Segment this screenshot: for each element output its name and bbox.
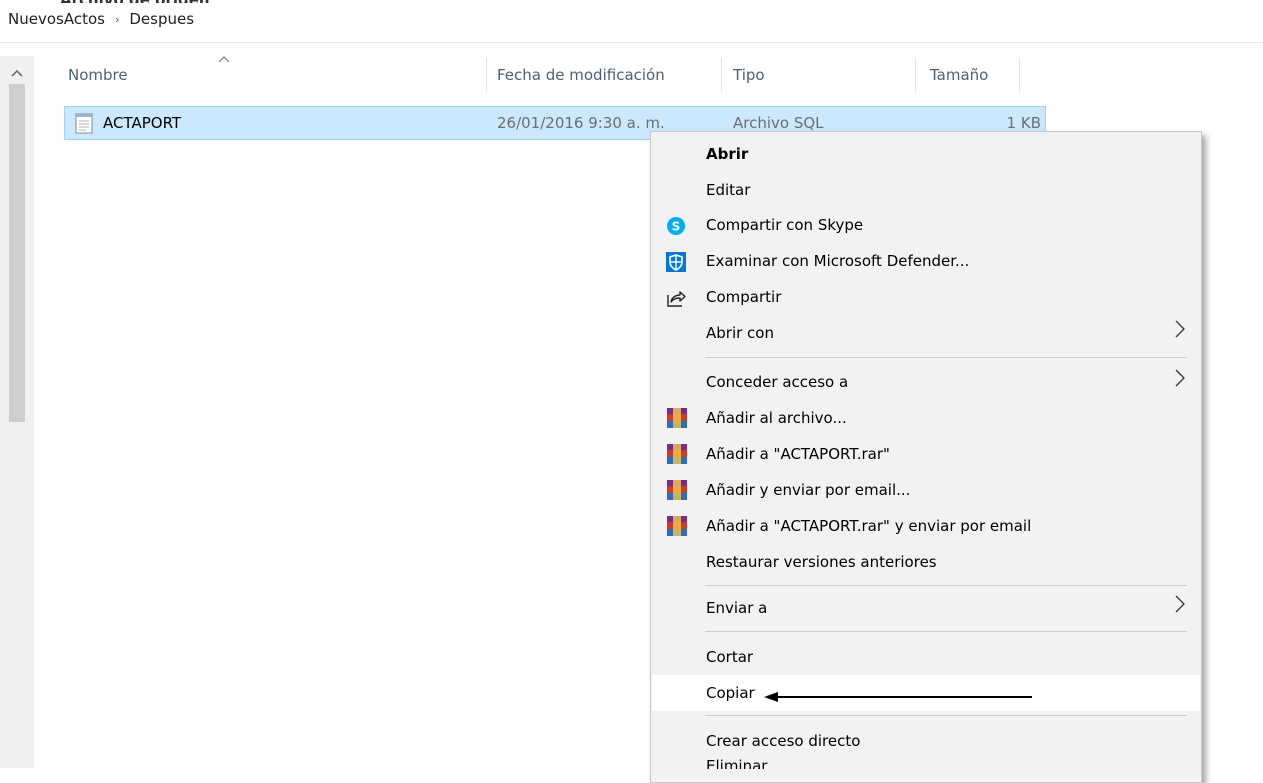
column-header-name[interactable]: Nombre <box>68 56 128 94</box>
menu-item-add-archive[interactable]: Añadir al archivo... <box>652 400 1200 436</box>
column-separator[interactable] <box>486 58 487 92</box>
menu-item-edit[interactable]: Editar <box>652 172 1200 208</box>
menu-item-create-shortcut[interactable]: Crear acceso directo <box>652 723 1200 759</box>
menu-item-open-with[interactable]: Abrir con <box>652 315 1200 351</box>
menu-separator <box>705 585 1187 586</box>
menu-item-send-to-label: Enviar a <box>706 599 768 617</box>
menu-separator <box>705 715 1187 716</box>
divider <box>0 42 1263 43</box>
winrar-icon <box>667 444 687 464</box>
menu-item-restore-versions[interactable]: Restaurar versiones anteriores <box>652 544 1200 580</box>
file-date: 26/01/2016 9:30 a. m. <box>497 114 665 132</box>
menu-item-share-skype[interactable]: S Compartir con Skype <box>652 207 1200 243</box>
sort-ascending-icon <box>218 52 230 66</box>
chevron-right-icon <box>1175 369 1185 387</box>
column-header-name-label: Nombre <box>68 66 128 84</box>
column-header-size-label: Tamaño <box>930 66 989 84</box>
file-name: ACTAPORT <box>103 114 182 132</box>
menu-item-share-skype-label: Compartir con Skype <box>706 216 864 234</box>
menu-item-add-rar-email-label: Añadir a "ACTAPORT.rar" y enviar por ema… <box>706 517 1032 535</box>
menu-item-restore-versions-label: Restaurar versiones anteriores <box>706 553 937 571</box>
column-header-type-label: Tipo <box>733 66 765 84</box>
column-separator[interactable] <box>721 58 722 92</box>
winrar-icon <box>667 408 687 428</box>
menu-item-scan-defender[interactable]: Examinar con Microsoft Defender... <box>652 243 1200 279</box>
defender-shield-icon <box>666 252 686 272</box>
menu-separator <box>705 357 1187 358</box>
breadcrumb-separator-icon: › <box>114 12 120 26</box>
context-menu: Abrir Editar S Compartir con Skype Exami… <box>650 131 1202 783</box>
chevron-right-icon <box>1175 320 1185 338</box>
chevron-right-icon <box>1175 595 1185 613</box>
breadcrumb: NuevosActos › Despues <box>8 8 194 30</box>
menu-item-edit-label: Editar <box>706 181 751 199</box>
menu-item-send-to[interactable]: Enviar a <box>652 590 1200 626</box>
vertical-scrollbar[interactable] <box>0 56 34 768</box>
pointer-arrow-icon <box>764 692 1032 702</box>
column-header-size[interactable]: Tamaño <box>930 56 988 94</box>
column-header-type[interactable]: Tipo <box>733 56 765 94</box>
menu-item-add-email-label: Añadir y enviar por email... <box>706 481 911 499</box>
menu-item-add-rar[interactable]: Añadir a "ACTAPORT.rar" <box>652 436 1200 472</box>
menu-item-open-label: Abrir <box>706 145 749 163</box>
menu-item-add-archive-label: Añadir al archivo... <box>706 409 847 427</box>
menu-item-cut[interactable]: Cortar <box>652 639 1200 675</box>
menu-item-copy[interactable]: Copiar <box>652 675 1200 711</box>
menu-item-share-label: Compartir <box>706 288 782 306</box>
column-separator[interactable] <box>915 58 916 92</box>
winrar-icon <box>667 480 687 500</box>
column-header-row: Nombre Fecha de modificación Tipo Tamaño <box>34 56 1263 94</box>
column-separator[interactable] <box>1019 58 1020 92</box>
menu-item-give-access-label: Conceder acceso a <box>706 373 849 391</box>
cropped-window-title: Archivo de origen <box>60 0 290 3</box>
menu-item-add-rar-email[interactable]: Añadir a "ACTAPORT.rar" y enviar por ema… <box>652 508 1200 544</box>
share-icon <box>667 291 686 307</box>
menu-item-add-rar-label: Añadir a "ACTAPORT.rar" <box>706 445 890 463</box>
winrar-icon <box>667 516 687 536</box>
skype-icon: S <box>667 217 685 235</box>
breadcrumb-item-nuevosactos[interactable]: NuevosActos <box>8 10 105 28</box>
column-header-date[interactable]: Fecha de modificación <box>497 56 665 94</box>
column-header-date-label: Fecha de modificación <box>497 66 665 84</box>
svg-text:S: S <box>672 220 681 234</box>
sql-file-icon <box>75 113 93 134</box>
menu-item-cut-label: Cortar <box>706 648 754 666</box>
menu-item-scan-defender-label: Examinar con Microsoft Defender... <box>706 252 970 270</box>
menu-item-open[interactable]: Abrir <box>652 136 1200 172</box>
scrollbar-thumb[interactable] <box>9 84 25 422</box>
breadcrumb-item-despues[interactable]: Despues <box>129 10 194 28</box>
menu-item-copy-label: Copiar <box>706 684 755 702</box>
menu-separator <box>705 631 1187 632</box>
menu-item-give-access[interactable]: Conceder acceso a <box>652 364 1200 400</box>
menu-item-create-shortcut-label: Crear acceso directo <box>706 732 861 750</box>
menu-item-open-with-label: Abrir con <box>706 324 774 342</box>
menu-item-add-email[interactable]: Añadir y enviar por email... <box>652 472 1200 508</box>
menu-item-share[interactable]: Compartir <box>652 279 1200 315</box>
